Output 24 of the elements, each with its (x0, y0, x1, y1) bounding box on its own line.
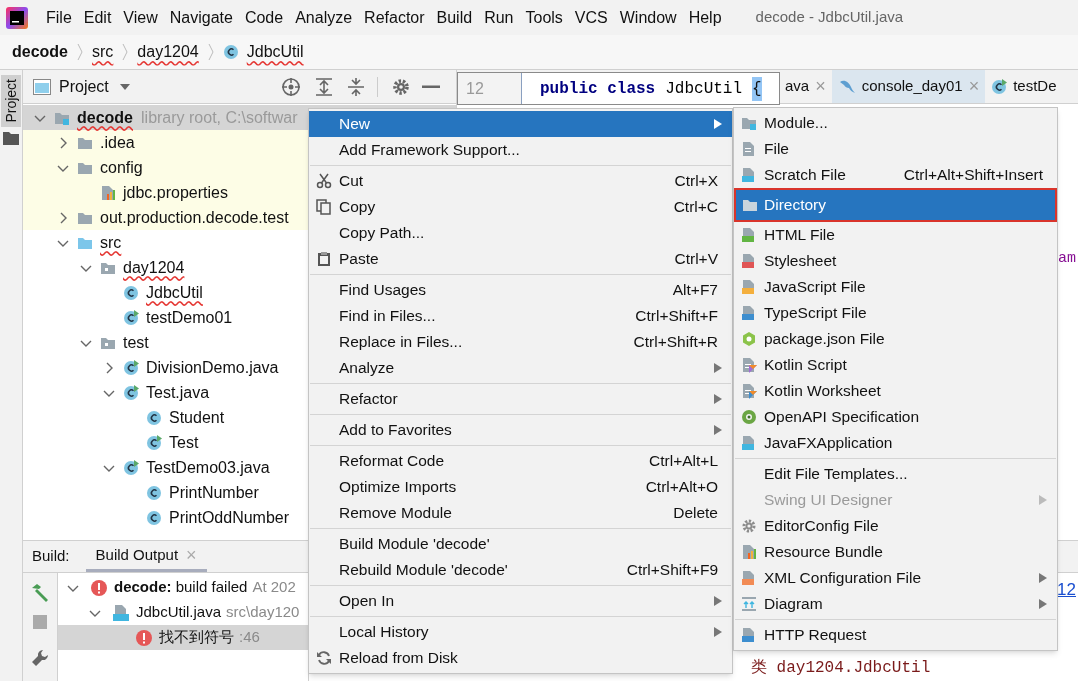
tree-item-note: library root, C:\softwar (141, 107, 298, 128)
tree-item-label: testDemo01 (146, 307, 233, 328)
tree-item-label: jdbc.properties (123, 182, 228, 203)
tree-item-label: src (100, 232, 122, 253)
window-title: decode - JdbcUtil.java (755, 7, 904, 28)
code-text: am (1058, 249, 1076, 268)
tree-item-label: JdbcUtil (146, 282, 203, 303)
tree-item-label: TestDemo03.java (146, 457, 270, 478)
line-number: 12 (466, 78, 484, 99)
tree-item-label: test (123, 332, 149, 353)
tree-item-label: Test.java (146, 382, 210, 403)
tree-item-label: Student (169, 407, 225, 428)
tree-item-label: PrintOddNumber (169, 507, 290, 528)
tree-item-label: decode (77, 107, 133, 128)
tree-item-label: DivisionDemo.java (146, 357, 279, 378)
tree-item-label: Test (169, 432, 199, 453)
tree-item-label: day1204 (123, 257, 185, 278)
tree-item-label: config (100, 157, 143, 178)
tree-item-label: .idea (100, 132, 135, 153)
console-text: 类 day1204.JdbcUtil (751, 658, 932, 679)
tree-item-label: PrintNumber (169, 482, 259, 503)
code-line: public class JdbcUtil { (522, 73, 762, 104)
tree-item-label: out.production.decode.test (100, 207, 289, 228)
panel-label: Build: (32, 546, 70, 567)
